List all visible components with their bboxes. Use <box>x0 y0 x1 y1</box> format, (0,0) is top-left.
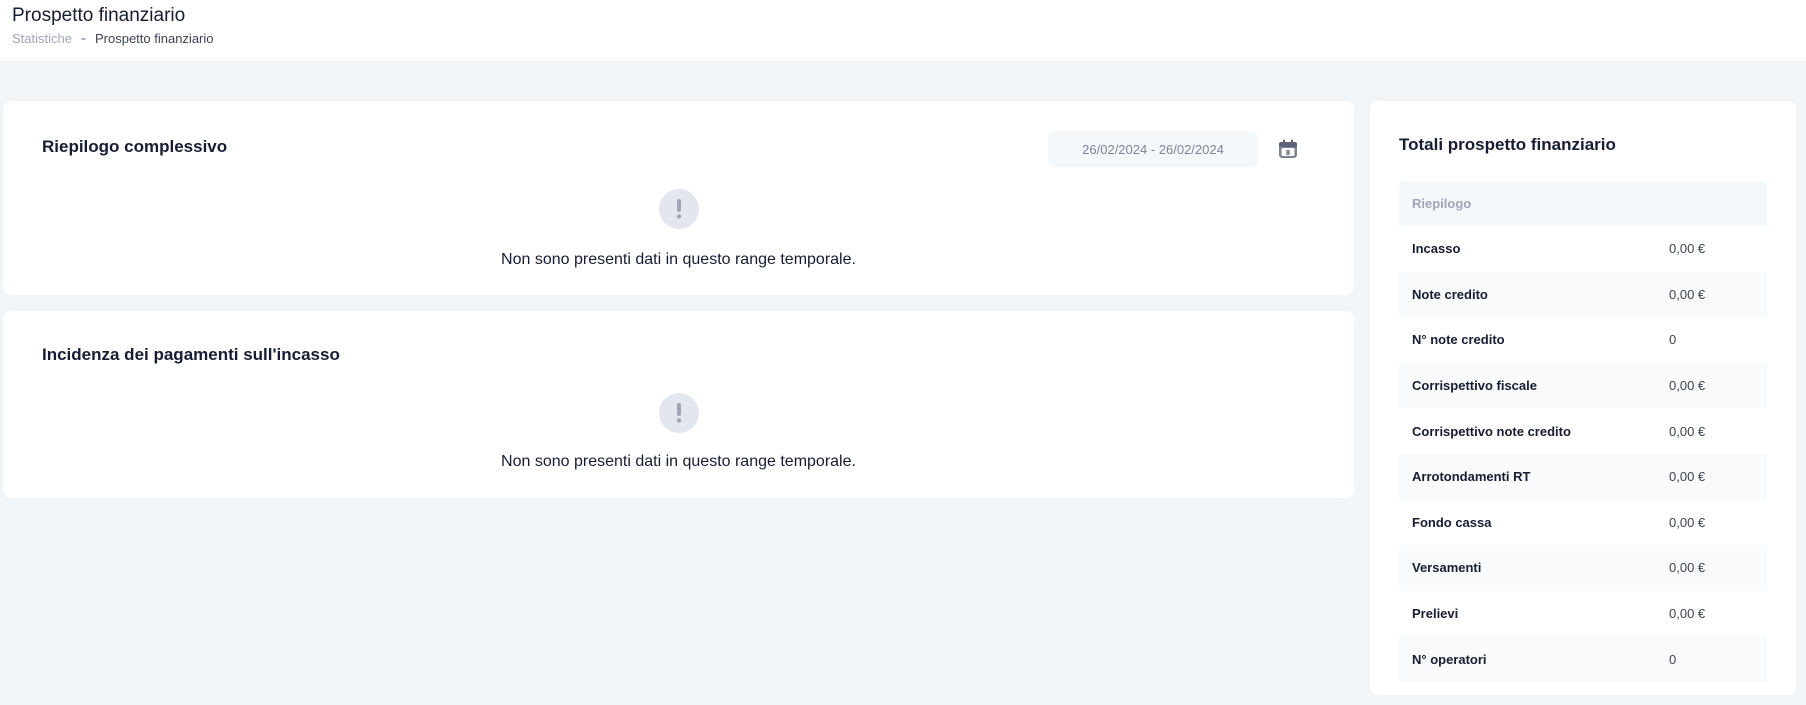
row-label: Fondo cassa <box>1412 514 1492 530</box>
row-label: Corrispettivo note credito <box>1412 423 1571 439</box>
row-value: 0 <box>1669 332 1677 348</box>
table-row: N° operatori 0 <box>1399 636 1767 682</box>
breadcrumb-item-statistiche[interactable]: Statistiche <box>12 31 72 46</box>
row-value: 0,00 € <box>1669 241 1706 257</box>
table-row: Corrispettivo note credito 0,00 € <box>1399 408 1767 454</box>
empty-state-message: Non sono presenti dati in questo range t… <box>501 453 856 470</box>
row-value: 0,00 € <box>1669 606 1706 622</box>
row-value: 0,00 € <box>1669 378 1706 394</box>
totals-table: Riepilogo Incasso 0,00 € Note credito 0,… <box>1399 181 1767 682</box>
row-value: 0 <box>1669 651 1677 667</box>
row-value: 0,00 € <box>1669 560 1706 576</box>
breadcrumb: Statistiche Prospetto finanziario <box>12 31 214 46</box>
date-range-input[interactable]: 26/02/2024 - 26/02/2024 <box>1048 131 1258 167</box>
row-value: 0,00 € <box>1669 423 1706 439</box>
riepilogo-card: Riepilogo complessivo 26/02/2024 - 26/02… <box>3 101 1354 295</box>
calendar-button[interactable]: 8 <box>1273 134 1303 164</box>
riepilogo-title: Riepilogo complessivo <box>42 137 228 156</box>
table-row: Prelievi 0,00 € <box>1399 590 1767 637</box>
empty-state-message: Non sono presenti dati in questo range t… <box>501 251 856 268</box>
totals-table-header: Riepilogo <box>1399 181 1767 226</box>
calendar-day: 8 <box>1286 150 1290 157</box>
table-row: Corrispettivo fiscale 0,00 € <box>1399 362 1767 409</box>
row-label: Arrotondamenti RT <box>1412 469 1531 485</box>
breadcrumb-separator <box>80 37 86 40</box>
row-value: 0,00 € <box>1669 286 1706 302</box>
row-label: Corrispettivo fiscale <box>1412 378 1537 394</box>
row-value: 0,00 € <box>1669 514 1706 530</box>
row-value: 0,00 € <box>1669 469 1706 485</box>
table-row: Incasso 0,00 € <box>1399 226 1767 272</box>
exclamation-icon <box>659 189 699 229</box>
row-label: Note credito <box>1412 286 1488 302</box>
calendar-icon: 8 <box>1279 139 1297 158</box>
breadcrumb-item-current: Prospetto finanziario <box>94 31 214 46</box>
table-row: N° note credito 0 <box>1399 317 1767 363</box>
row-label: Prelievi <box>1412 606 1459 622</box>
row-label: Incasso <box>1412 241 1461 257</box>
row-label: N° note credito <box>1412 332 1505 348</box>
exclamation-icon <box>659 393 699 433</box>
row-label: N° operatori <box>1412 651 1487 667</box>
row-label: Versamenti <box>1412 560 1482 576</box>
table-row: Fondo cassa 0,00 € <box>1399 499 1767 546</box>
table-row: Versamenti 0,00 € <box>1399 545 1767 591</box>
table-row: Note credito 0,00 € <box>1399 271 1767 318</box>
totals-card: Totali prospetto finanziario Riepilogo I… <box>1370 101 1796 695</box>
totals-rows: Incasso 0,00 € Note credito 0,00 € N° no… <box>1399 226 1767 682</box>
totals-title: Totali prospetto finanziario <box>1399 135 1616 154</box>
page-title: Prospetto finanziario <box>12 5 186 26</box>
table-row: Arrotondamenti RT 0,00 € <box>1399 453 1767 500</box>
incidenza-title: Incidenza dei pagamenti sull'incasso <box>42 345 340 364</box>
incidenza-card: Incidenza dei pagamenti sull'incasso Non… <box>3 311 1354 498</box>
top-bar: Prospetto finanziario Statistiche Prospe… <box>0 0 1806 62</box>
